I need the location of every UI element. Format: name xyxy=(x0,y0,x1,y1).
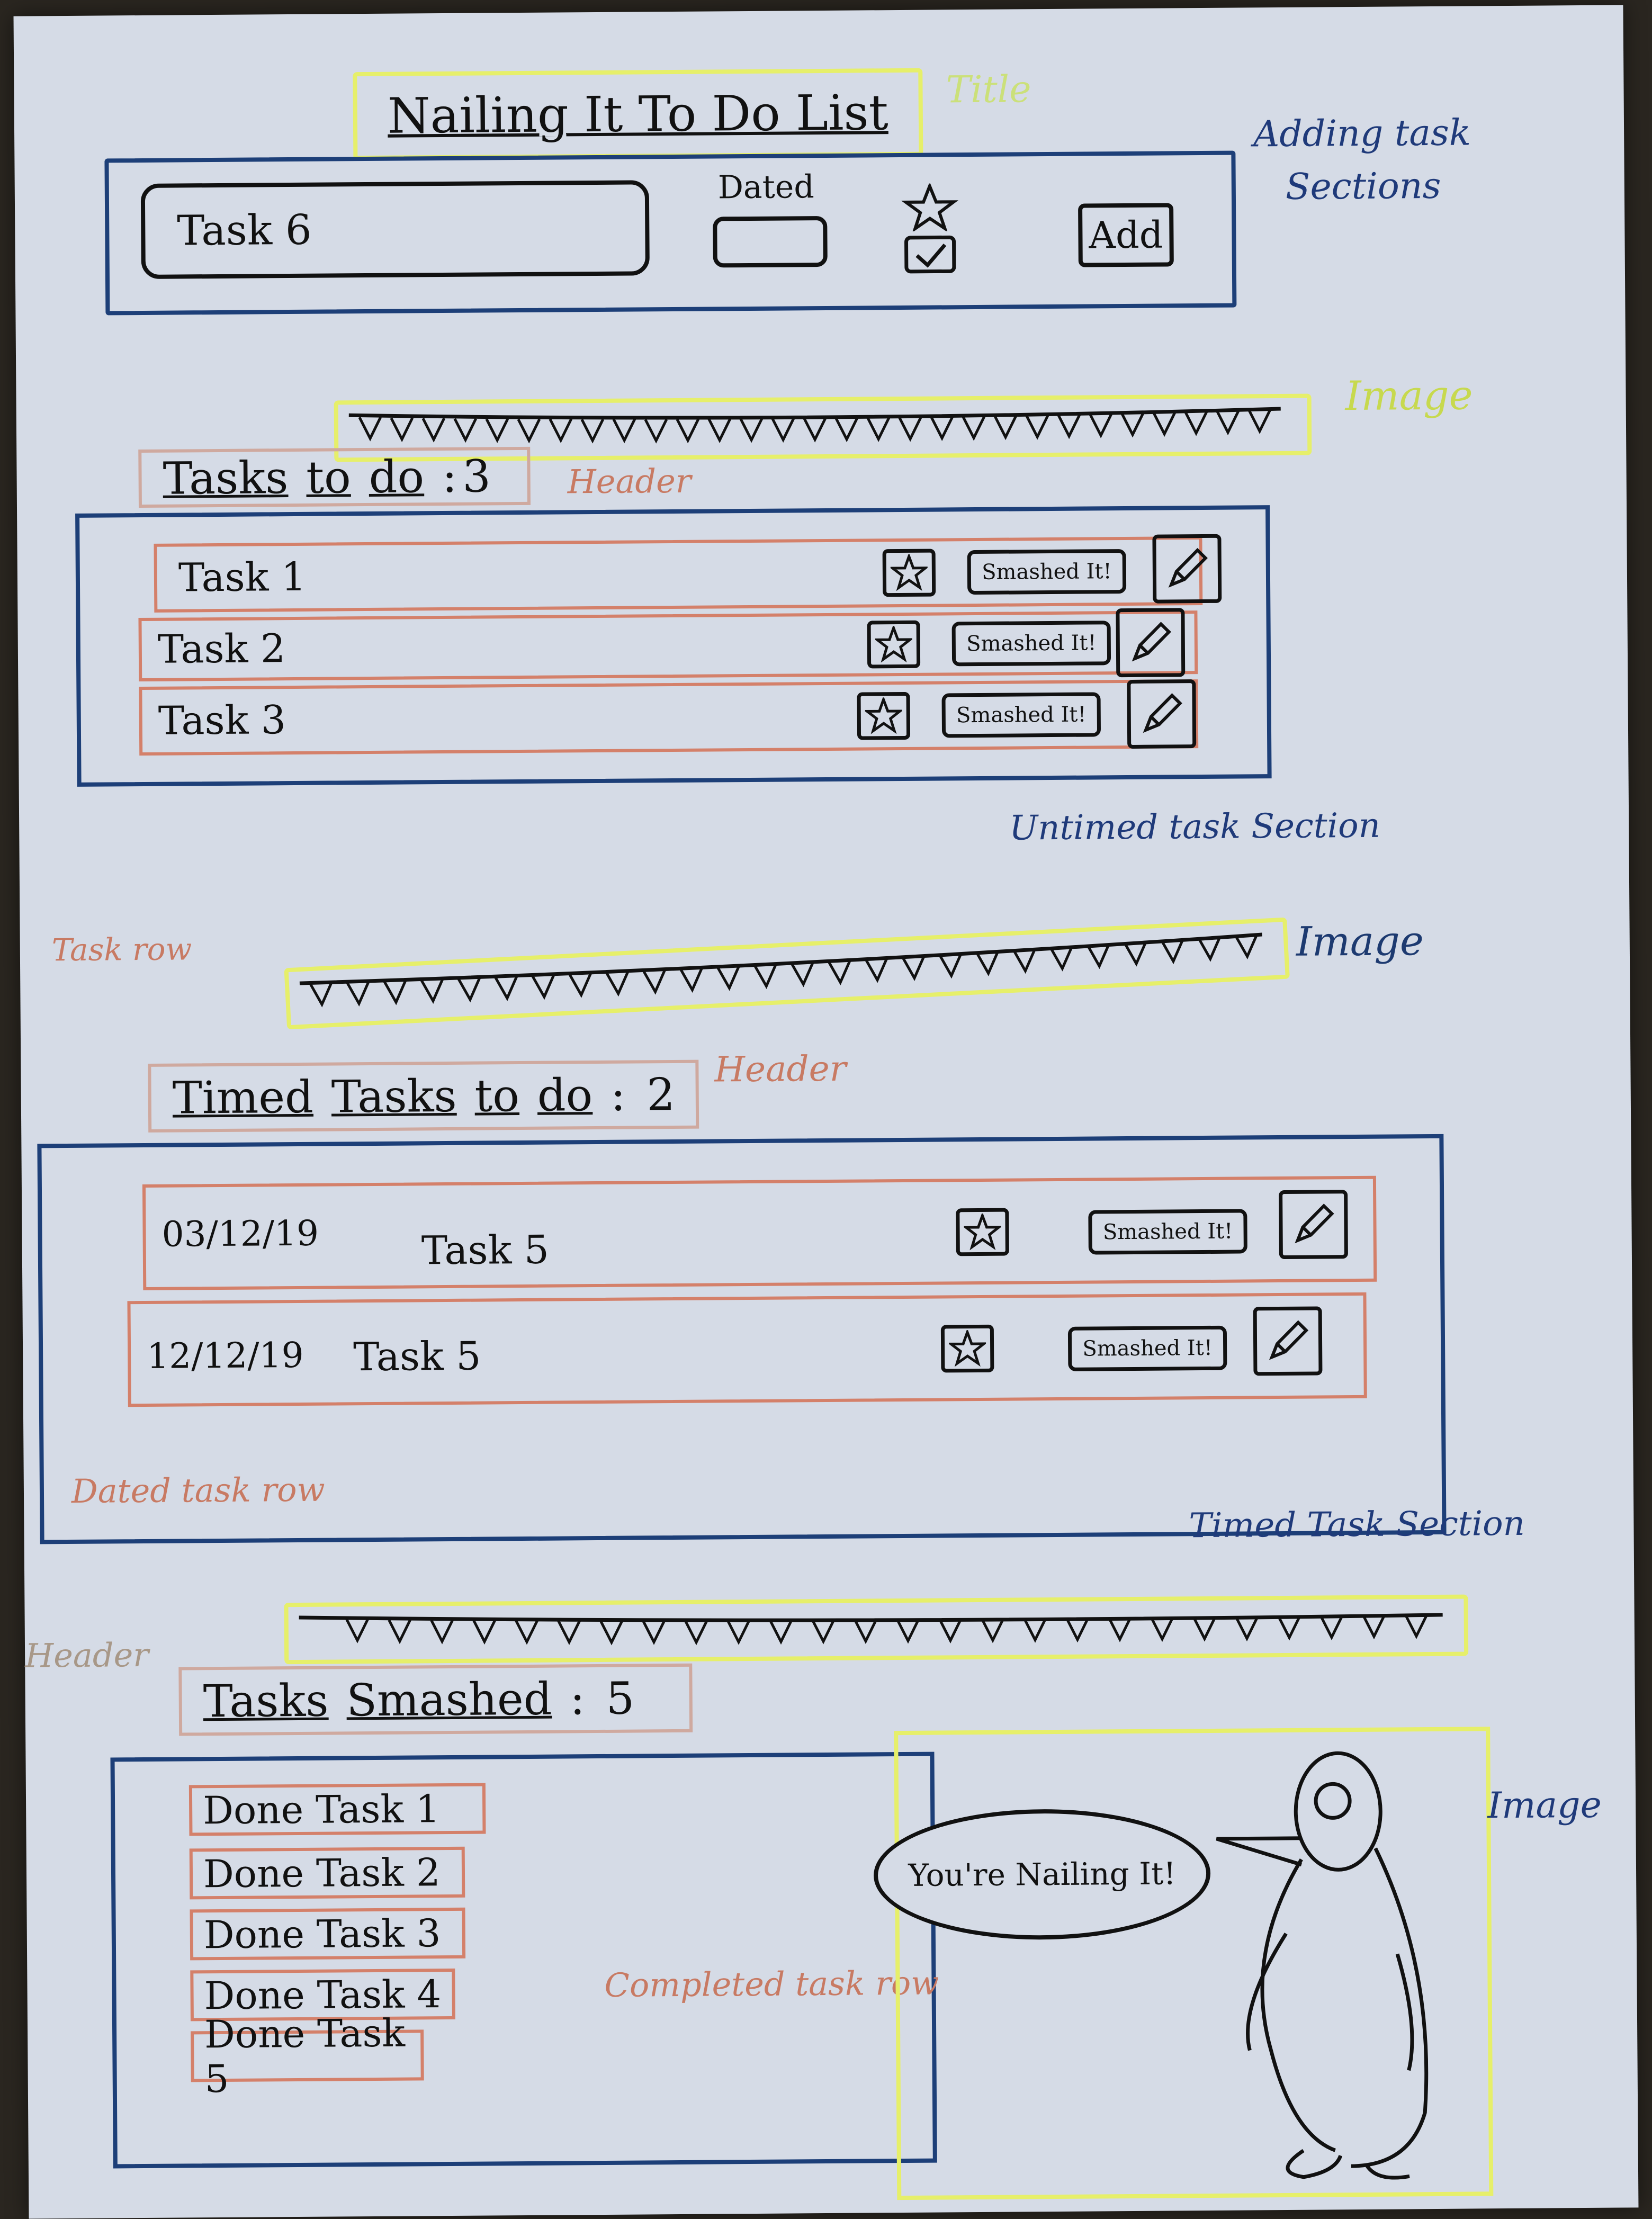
task-name: Task 2 xyxy=(157,626,286,672)
task-row: Task 1 Smashed It! xyxy=(154,534,1222,613)
smashed-header-colon: : xyxy=(570,1673,586,1725)
untimed-annotation: Untimed task Section xyxy=(1009,806,1381,848)
untimed-task-section: Task 1 Smashed It! Task 2 Smashed It! Ta… xyxy=(75,505,1272,787)
smashed-header: Tasks Smashed : 5 xyxy=(178,1663,693,1736)
timed-header-colon: : xyxy=(610,1068,626,1121)
completed-task-row: Done Task 5 xyxy=(191,2011,424,2101)
smashed-header-word: Tasks xyxy=(203,1674,329,1728)
pencil-icon xyxy=(1295,1203,1334,1244)
untimed-header-word: do xyxy=(369,451,425,503)
dated-task-row: 12/12/19 Task 5 Smashed It! xyxy=(127,1292,1367,1407)
bunting-icon xyxy=(299,1613,1443,1646)
pencil-icon xyxy=(1132,622,1171,662)
header-annotation-1: Header xyxy=(567,461,692,501)
bunting-image xyxy=(284,1594,1469,1665)
dated-label: Dated xyxy=(717,168,814,206)
title-box: Nailing It To Do List xyxy=(353,68,923,160)
star-button[interactable] xyxy=(956,1208,1009,1256)
smashed-it-button[interactable]: Smashed It! xyxy=(967,549,1127,595)
adding-annotation-2: Sections xyxy=(1285,165,1441,208)
image-annotation-1: Image xyxy=(1345,371,1473,420)
task-input[interactable] xyxy=(140,180,650,279)
star-icon xyxy=(948,1329,986,1367)
penguin-icon xyxy=(1216,1751,1429,2180)
pencil-icon xyxy=(1143,693,1182,733)
star-button[interactable] xyxy=(857,691,911,740)
penguin-image-frame xyxy=(894,1727,1494,2200)
timed-header-word: to xyxy=(474,1070,520,1122)
edit-button[interactable] xyxy=(1116,608,1186,678)
adding-annotation-1: Adding task xyxy=(1253,112,1471,156)
completed-task-row: Done Task 2 xyxy=(189,1846,465,1900)
task-row-annotation: Task row xyxy=(51,931,192,968)
star-icon xyxy=(875,625,913,663)
untimed-header-word: to xyxy=(306,451,351,504)
star-checkbox[interactable] xyxy=(898,182,962,274)
dated-row-annotation: Dated task row xyxy=(71,1470,325,1511)
edit-button[interactable] xyxy=(1253,1306,1323,1376)
task-date: 12/12/19 xyxy=(146,1334,304,1377)
image-annotation-3: Image xyxy=(1487,1784,1602,1827)
timed-header: Timed Tasks to do : 2 xyxy=(148,1059,699,1133)
completed-task-row: Done Task 1 xyxy=(188,1783,486,1836)
star-icon xyxy=(865,697,903,734)
task-row: Task 2 Smashed It! xyxy=(138,608,1198,682)
star-button[interactable] xyxy=(940,1324,994,1373)
task-name: Task 5 xyxy=(353,1333,481,1380)
image-annotation-2: Image xyxy=(1296,917,1424,965)
task-name: Task 3 xyxy=(158,697,286,744)
task-date: 03/12/19 xyxy=(161,1212,319,1255)
star-icon xyxy=(901,182,959,233)
timed-header-word: do xyxy=(537,1069,593,1121)
completed-task-row: Done Task 3 xyxy=(190,1907,466,1961)
smashed-it-button[interactable]: Smashed It! xyxy=(951,621,1111,667)
edit-button[interactable] xyxy=(1127,679,1197,749)
bunting-image xyxy=(284,917,1290,1030)
untimed-header: Tasks to do : 3 xyxy=(138,446,531,508)
timed-header-word: Tasks xyxy=(331,1070,457,1123)
smashed-count: 5 xyxy=(606,1672,635,1724)
completed-row-annotation: Completed task row xyxy=(604,1963,939,2005)
date-field[interactable] xyxy=(713,215,828,268)
smashed-it-button[interactable]: Smashed It! xyxy=(1067,1325,1227,1371)
task-name: Task 5 xyxy=(421,1227,550,1274)
smashed-header-word: Smashed xyxy=(346,1673,552,1727)
untimed-header-word: Tasks xyxy=(163,452,289,505)
star-icon xyxy=(890,554,928,591)
header-annotation-2: Header xyxy=(714,1048,847,1090)
smashed-it-button[interactable]: Smashed It! xyxy=(941,692,1101,738)
untimed-header-colon: : xyxy=(442,450,457,503)
untimed-count: 3 xyxy=(462,450,491,502)
sketch-paper: Nailing It To Do List Title Dated Add Ad… xyxy=(13,5,1639,2219)
task-row: Task 3 Smashed It! xyxy=(139,679,1199,756)
timed-header-word: Timed xyxy=(172,1071,314,1124)
edit-button[interactable] xyxy=(1279,1190,1348,1260)
dated-task-row: 03/12/19 Task 5 Smashed It! xyxy=(142,1175,1377,1291)
completed-task-section: Done Task 1 Done Task 2 Done Task 3 Done… xyxy=(110,1751,937,2169)
timed-annotation: Timed Task Section xyxy=(1189,1504,1525,1546)
pencil-icon xyxy=(1269,1320,1309,1360)
star-button[interactable] xyxy=(882,549,936,597)
pencil-icon xyxy=(1168,547,1208,588)
page-title: Nailing It To Do List xyxy=(387,84,888,145)
timed-count: 2 xyxy=(647,1068,676,1121)
task-name: Task 1 xyxy=(178,554,307,601)
add-task-section: Dated Add xyxy=(104,150,1237,316)
add-button[interactable]: Add xyxy=(1078,203,1174,267)
check-icon xyxy=(904,235,956,274)
star-icon xyxy=(964,1213,1001,1251)
header-annotation-3: Header xyxy=(24,1635,149,1675)
star-button[interactable] xyxy=(867,620,921,669)
bunting-icon xyxy=(348,407,1281,444)
title-annotation: Title xyxy=(946,67,1031,112)
bunting-icon xyxy=(299,932,1262,1008)
edit-button[interactable] xyxy=(1152,534,1222,604)
smashed-it-button[interactable]: Smashed It! xyxy=(1088,1209,1247,1255)
